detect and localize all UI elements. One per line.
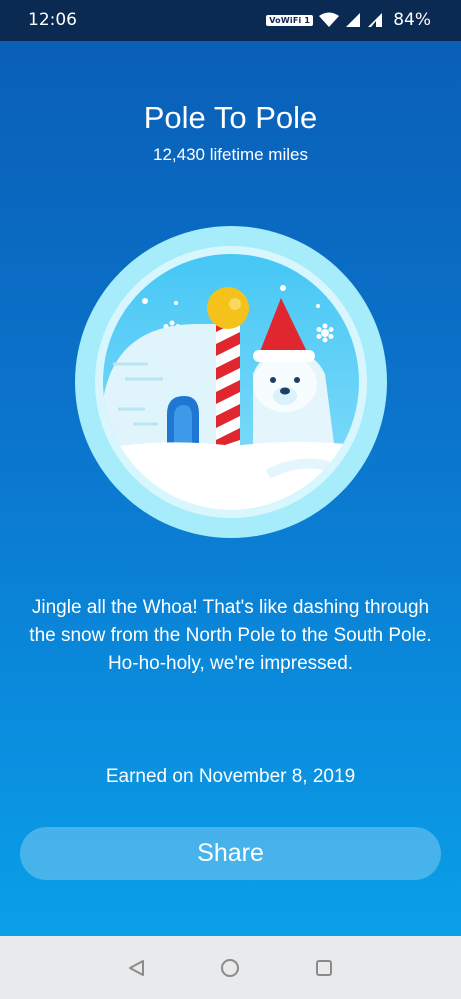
vowifi-badge: VoWiFi 1 (266, 14, 314, 26)
achievement-screen: 12:06 VoWiFi 1 84% Pole To Pole 12,430 l… (0, 0, 461, 936)
home-circle-icon[interactable] (218, 956, 242, 980)
status-bar: 12:06 VoWiFi 1 84% (0, 0, 461, 41)
status-icons: VoWiFi 1 84% (266, 9, 431, 31)
achievement-subtitle: 12,430 lifetime miles (153, 145, 308, 164)
share-button[interactable]: Share (20, 827, 441, 880)
recents-square-icon[interactable] (312, 956, 336, 980)
achievement-title: Pole To Pole (143, 100, 318, 135)
back-triangle-icon[interactable] (125, 956, 149, 980)
earned-date: Earned on November 8, 2019 (105, 766, 356, 787)
north-pole-badge-icon (75, 226, 387, 538)
status-time: 12:06 (28, 10, 77, 30)
signal-icon (346, 13, 361, 27)
android-nav-bar (0, 936, 461, 999)
battery-percent: 84% (393, 10, 431, 30)
wifi-icon (319, 12, 340, 27)
signal-roaming-icon (368, 13, 383, 27)
achievement-description: Jingle all the Whoa! That's like dashing… (29, 597, 432, 674)
